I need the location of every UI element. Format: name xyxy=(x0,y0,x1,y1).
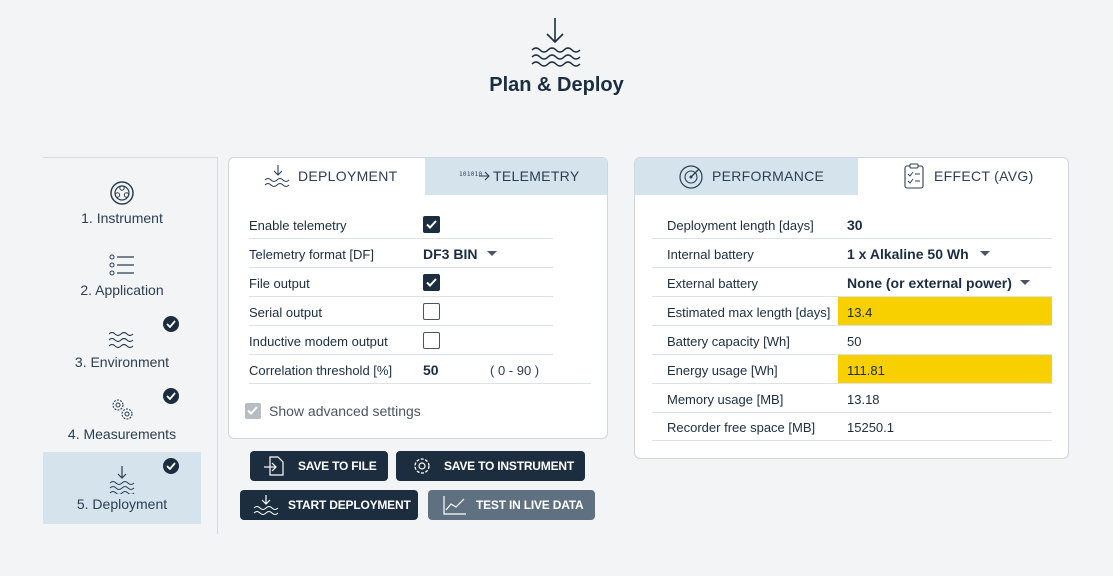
file-export-icon xyxy=(264,456,284,476)
test-in-live-data-button[interactable]: TEST IN LIVE DATA xyxy=(428,490,595,520)
correlation-threshold-label: Correlation threshold [%] xyxy=(249,363,393,378)
step-label: 2. Application xyxy=(80,282,164,298)
step-label: 1. Instrument xyxy=(81,210,163,226)
gear-icon xyxy=(414,458,430,474)
step-instrument[interactable]: 1. Instrument xyxy=(43,166,201,238)
inductive-modem-output-checkbox[interactable] xyxy=(423,332,440,349)
start-deployment-button[interactable]: START DEPLOYMENT xyxy=(240,490,418,520)
deploy-icon xyxy=(109,466,135,494)
step-application[interactable]: 2. Application xyxy=(43,238,201,310)
external-battery-label: External battery xyxy=(667,276,759,291)
save-to-instrument-button[interactable]: SAVE TO INSTRUMENT xyxy=(396,451,585,481)
row-serial-output: Serial output xyxy=(249,297,553,326)
row-file-output: File output xyxy=(249,268,553,297)
step-label: 3. Environment xyxy=(74,354,170,370)
recorder-free-space-label: Recorder free space [MB] xyxy=(667,420,816,435)
row-telemetry-format: Telemetry format [DF] DF3 BIN xyxy=(249,239,553,268)
deploy-icon xyxy=(253,495,279,515)
enable-telemetry-checkbox[interactable] xyxy=(423,216,440,233)
save-to-instrument-label: SAVE TO INSTRUMENT xyxy=(444,459,574,473)
row-memory-usage: Memory usage [MB] 13.18 xyxy=(652,384,1052,413)
save-to-file-label: SAVE TO FILE xyxy=(298,459,377,473)
clipboard-checklist-icon xyxy=(904,163,924,189)
page-title: Plan & Deploy xyxy=(489,74,624,96)
tab-telemetry-label: TELEMETRY xyxy=(493,168,580,184)
performance-panel: PERFORMANCE EFFECT (AVG) Deployment leng… xyxy=(634,157,1069,459)
correlation-threshold-range: ( 0 - 90 ) xyxy=(490,363,540,378)
tab-deployment[interactable]: DEPLOYMENT xyxy=(229,158,425,195)
telemetry-panel: DEPLOYMENT 101010 TELEMETRY Enable telem… xyxy=(228,157,608,439)
steps-sidebar: 1. Instrument 2. Application 3. Environm… xyxy=(43,157,218,534)
save-to-file-button[interactable]: SAVE TO FILE xyxy=(250,451,388,481)
step-label: 4. Measurements xyxy=(67,426,177,442)
show-advanced-settings-checkbox[interactable] xyxy=(245,403,261,419)
start-deployment-label: START DEPLOYMENT xyxy=(288,498,411,512)
file-output-checkbox[interactable] xyxy=(423,274,440,291)
internal-battery-select[interactable]: 1 x Alkaline 50 Wh xyxy=(847,246,969,262)
telemetry-binary-icon: 101010 xyxy=(459,171,490,181)
row-inductive-modem-output: Inductive modem output xyxy=(249,326,553,355)
completed-check-icon xyxy=(163,388,179,404)
battery-capacity-value: 50 xyxy=(847,334,862,349)
row-deployment-length: Deployment length [days] 30 xyxy=(652,210,1052,239)
telemetry-format-label: Telemetry format [DF] xyxy=(249,247,374,262)
row-enable-telemetry: Enable telemetry xyxy=(249,210,553,239)
test-in-live-data-label: TEST IN LIVE DATA xyxy=(476,498,584,512)
show-advanced-settings-label: Show advanced settings xyxy=(269,403,421,419)
estimated-max-length-label: Estimated max length [days] xyxy=(667,305,831,320)
chevron-down-icon[interactable] xyxy=(487,251,497,256)
deployment-length-label: Deployment length [days] xyxy=(667,218,814,233)
inductive-modem-output-label: Inductive modem output xyxy=(249,334,388,349)
completed-check-icon xyxy=(163,458,179,474)
step-label: 5. Deployment xyxy=(76,496,168,512)
step-deployment[interactable]: 5. Deployment xyxy=(43,452,201,524)
tab-deployment-label: DEPLOYMENT xyxy=(298,168,398,184)
tab-telemetry[interactable]: 101010 TELEMETRY xyxy=(425,158,607,195)
row-energy-usage: Energy usage [Wh] 111.81 xyxy=(652,355,1052,384)
memory-usage-label: Memory usage [MB] xyxy=(667,392,784,407)
tab-effect-avg-label: EFFECT (AVG) xyxy=(934,168,1034,184)
serial-output-checkbox[interactable] xyxy=(423,303,440,320)
chevron-down-icon[interactable] xyxy=(980,251,990,256)
line-chart-icon xyxy=(443,496,466,515)
energy-usage-label: Energy usage [Wh] xyxy=(667,363,778,378)
waves-icon xyxy=(108,331,134,349)
step-environment[interactable]: 3. Environment xyxy=(43,310,201,382)
battery-capacity-label: Battery capacity [Wh] xyxy=(667,334,790,349)
enable-telemetry-label: Enable telemetry xyxy=(249,218,347,233)
tab-performance[interactable]: PERFORMANCE xyxy=(635,158,858,195)
row-internal-battery: Internal battery 1 x Alkaline 50 Wh xyxy=(652,239,1052,268)
correlation-threshold-input[interactable]: 50 xyxy=(423,362,439,378)
list-icon xyxy=(109,254,134,276)
row-battery-capacity: Battery capacity [Wh] 50 xyxy=(652,326,1052,355)
file-output-label: File output xyxy=(249,276,310,291)
instrument-icon xyxy=(110,181,134,205)
external-battery-select[interactable]: None (or external power) xyxy=(847,275,1012,291)
memory-usage-value: 13.18 xyxy=(847,392,880,407)
estimated-max-length-value: 13.4 xyxy=(847,305,873,320)
telemetry-format-select[interactable]: DF3 BIN xyxy=(423,246,477,262)
completed-check-icon xyxy=(163,316,179,332)
row-external-battery: External battery None (or external power… xyxy=(652,268,1052,297)
tab-performance-label: PERFORMANCE xyxy=(712,168,825,184)
row-recorder-free-space: Recorder free space [MB] 15250.1 xyxy=(652,412,1052,441)
performance-gauge-icon xyxy=(679,165,703,189)
recorder-free-space-value: 15250.1 xyxy=(847,420,894,435)
gears-icon xyxy=(112,399,133,420)
deploy-waves-icon xyxy=(531,18,581,67)
deploy-icon xyxy=(264,165,290,187)
tab-effect-avg[interactable]: EFFECT (AVG) xyxy=(858,158,1068,195)
row-estimated-max-length: Estimated max length [days] 13.4 xyxy=(652,297,1052,326)
energy-usage-value: 111.81 xyxy=(847,363,885,378)
row-correlation-threshold: Correlation threshold [%] 50 ( 0 - 90 ) xyxy=(249,355,591,384)
step-measurements[interactable]: 4. Measurements xyxy=(43,382,201,454)
serial-output-label: Serial output xyxy=(249,305,322,320)
svg-text:101010: 101010 xyxy=(459,171,483,178)
deployment-length-input[interactable]: 30 xyxy=(847,217,863,233)
chevron-down-icon[interactable] xyxy=(1020,280,1030,285)
internal-battery-label: Internal battery xyxy=(667,247,754,262)
